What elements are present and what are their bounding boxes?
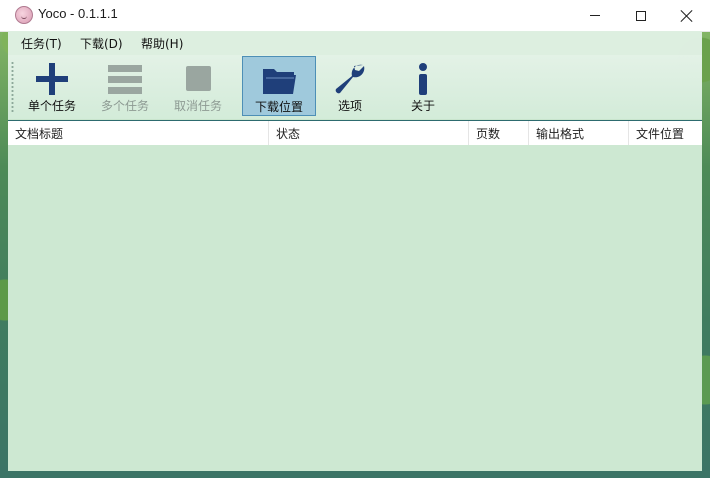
column-header-output-format[interactable]: 输出格式 bbox=[529, 121, 629, 145]
toolbar-grip[interactable] bbox=[11, 61, 14, 113]
menu-help[interactable]: 帮助(H) bbox=[141, 35, 183, 52]
cancel-task-label: 取消任务 bbox=[173, 99, 222, 113]
client-area: 任务(T) 下载(D) 帮助(H) 单个任务 多个任务 取消任务 下载位置 选项… bbox=[8, 31, 702, 471]
single-task-label: 单个任务 bbox=[27, 99, 76, 113]
window-title: Yoco - 0.1.1.1 bbox=[38, 6, 118, 21]
minimize-icon bbox=[590, 15, 600, 16]
download-location-button[interactable]: 下载位置 bbox=[242, 56, 316, 116]
close-icon bbox=[681, 10, 693, 22]
options-label: 选项 bbox=[337, 99, 362, 113]
cancel-task-button[interactable]: 取消任务 bbox=[161, 56, 235, 116]
close-button[interactable] bbox=[664, 0, 710, 31]
options-button[interactable]: 选项 bbox=[313, 56, 387, 116]
folder-icon bbox=[263, 69, 296, 94]
multi-task-button[interactable]: 多个任务 bbox=[88, 56, 162, 116]
minimize-button[interactable] bbox=[572, 0, 618, 31]
task-table: 文档标题 状态 页数 输出格式 文件位置 bbox=[8, 120, 702, 471]
app-logo-icon bbox=[15, 6, 33, 24]
title-bar[interactable]: Yoco - 0.1.1.1 bbox=[0, 0, 710, 32]
stop-icon bbox=[186, 66, 211, 91]
plus-icon bbox=[36, 63, 68, 95]
column-header-pages[interactable]: 页数 bbox=[469, 121, 529, 145]
maximize-button[interactable] bbox=[618, 0, 664, 31]
menu-bar: 任务(T) 下载(D) 帮助(H) bbox=[8, 31, 702, 55]
table-body[interactable] bbox=[8, 145, 702, 471]
info-icon bbox=[419, 63, 427, 95]
download-location-label: 下载位置 bbox=[254, 100, 303, 114]
menu-download[interactable]: 下载(D) bbox=[80, 35, 123, 52]
list-icon bbox=[108, 65, 142, 94]
about-label: 关于 bbox=[410, 99, 435, 113]
multi-task-label: 多个任务 bbox=[100, 99, 149, 113]
single-task-button[interactable]: 单个任务 bbox=[15, 56, 89, 116]
maximize-icon bbox=[636, 10, 646, 21]
toolbar: 单个任务 多个任务 取消任务 下载位置 选项 关于 bbox=[8, 55, 702, 119]
column-header-status[interactable]: 状态 bbox=[269, 121, 469, 145]
column-header-title[interactable]: 文档标题 bbox=[8, 121, 269, 145]
app-window: Yoco - 0.1.1.1 任务(T) 下载(D) 帮助(H) 单个任务 多个… bbox=[0, 0, 710, 478]
table-header: 文档标题 状态 页数 输出格式 文件位置 bbox=[8, 121, 702, 145]
wrench-icon bbox=[335, 64, 365, 94]
column-header-file-location[interactable]: 文件位置 bbox=[629, 121, 702, 145]
menu-task[interactable]: 任务(T) bbox=[21, 35, 62, 52]
about-button[interactable]: 关于 bbox=[386, 56, 460, 116]
